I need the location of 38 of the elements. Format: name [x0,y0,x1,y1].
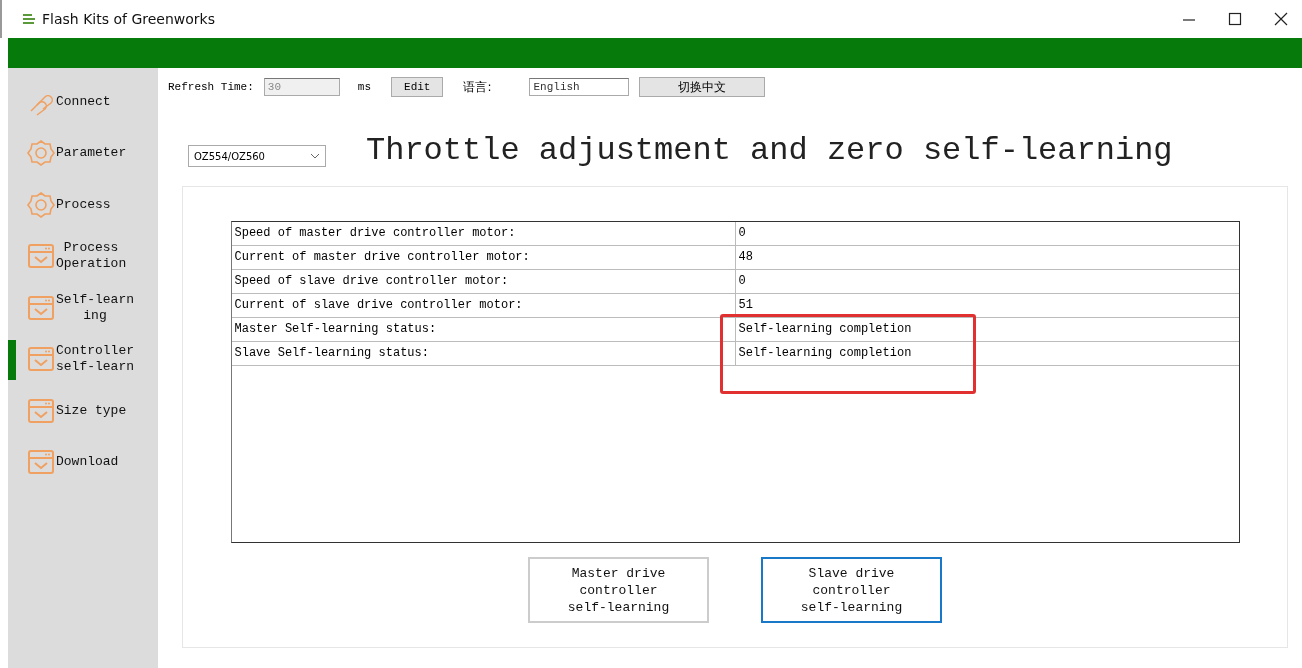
table-cell-text: 0 [737,273,747,290]
table-cell-text: 0 [737,225,747,242]
sidebar-item[interactable]: Connect [8,76,158,128]
page-heading: Throttle adjustment and zero self-learning [366,131,1173,169]
language-field[interactable]: English [529,78,630,96]
app-logo-icon [22,13,36,25]
self-learning-button[interactable]: Master drive controller self-learning [528,557,709,623]
refresh-time-label: Refresh Time: [168,81,254,93]
table-cell: Speed of master drive controller motor: [231,222,736,245]
close-icon[interactable] [1274,12,1288,26]
window-title: Flash Kits of Greenworks [42,11,215,27]
switch-language-button[interactable]: 切换中文 [639,77,766,97]
maximize-icon[interactable] [1228,12,1242,26]
sidebar-item[interactable]: Self-learn ing [8,282,158,334]
sidebar-item[interactable]: Controller self-learn [8,333,158,385]
sidebar-item[interactable]: Parameter [8,127,158,179]
gear-icon [26,189,56,220]
model-dropdown[interactable]: OZ554/OZ560 [188,145,326,167]
table-cell: Current of master drive controller motor: [231,246,736,269]
gear-icon [26,138,56,169]
sidebar-item[interactable]: Process Operation [8,230,158,282]
unit-label: ms [357,81,372,93]
sidebar-item[interactable]: Size type [8,385,158,437]
table-cell: Slave Self-learning status: [231,342,736,365]
selection-marker [8,339,16,380]
table-cell-text: Self-learning completion [737,345,913,362]
sidebar-item[interactable]: Download [8,436,158,488]
sidebar-item[interactable]: Process [8,179,158,231]
edit-button[interactable]: Edit [391,77,444,97]
table-cell: Master Self-learning status: [231,318,736,341]
language-label: 语言: [463,78,492,96]
table-cell-text: Self-learning completion [737,321,913,338]
table-cell-text: 51 [737,297,754,314]
self-learning-button[interactable]: Slave drive controller self-learning [761,557,942,623]
table-cell: Current of slave drive controller motor: [231,294,736,317]
table-cell: Speed of slave drive controller motor: [231,270,736,293]
table-cell-text: 48 [737,249,754,266]
chevron-down-icon [310,153,320,159]
